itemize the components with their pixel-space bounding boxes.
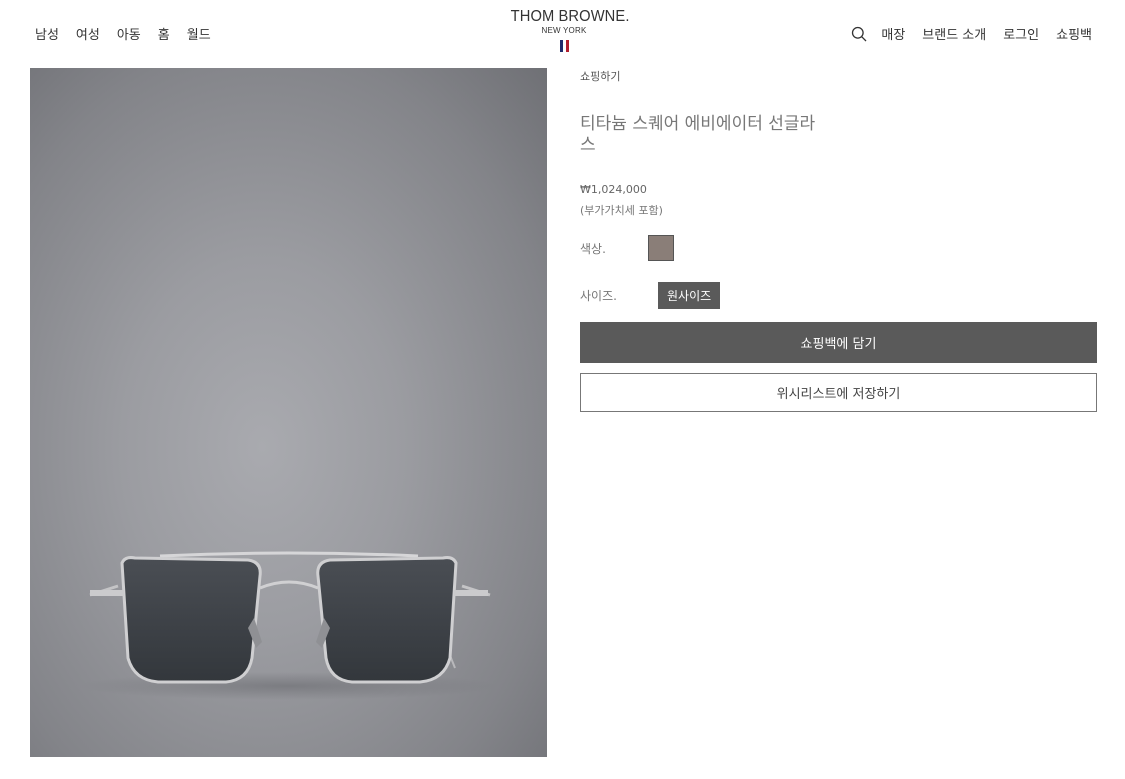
nav-world[interactable]: 월드 <box>187 24 211 43</box>
nav-shopping-bag[interactable]: 쇼핑백 <box>1056 24 1092 43</box>
tricolor-flag-icon <box>506 40 622 52</box>
add-to-bag-button[interactable]: 쇼핑백에 담기 <box>580 322 1097 363</box>
color-selector: 색상. <box>580 235 1096 261</box>
product-title: 티타늄 스퀘어 에비에이터 선글라스 <box>580 114 816 155</box>
product-price: ₩1,024,000 <box>580 183 647 196</box>
color-swatch[interactable] <box>648 235 674 261</box>
logo-subtext: NEW YORK <box>541 26 587 35</box>
nav-brand-intro[interactable]: 브랜드 소개 <box>922 24 986 43</box>
sunglasses-illustration <box>78 551 498 700</box>
main-nav: 남성 여성 아동 홈 월드 <box>35 24 228 43</box>
product-page: 남성 여성 아동 홈 월드 THOM BROWNE. NEW YORK 매장 브… <box>0 0 1125 779</box>
utility-nav: 매장 브랜드 소개 로그인 쇼핑백 <box>851 24 1092 43</box>
nav-home[interactable]: 홈 <box>158 24 170 43</box>
site-header: 남성 여성 아동 홈 월드 THOM BROWNE. NEW YORK 매장 브… <box>0 0 1125 64</box>
add-to-wishlist-button[interactable]: 위시리스트에 저장하기 <box>580 373 1097 412</box>
product-details: 쇼핑하기 티타늄 스퀘어 에비에이터 선글라스 ₩1,024,000 (부가가치… <box>580 68 1097 412</box>
nav-women[interactable]: 여성 <box>76 24 100 43</box>
size-selector: 사이즈. 원사이즈 <box>580 282 1096 309</box>
size-label: 사이즈. <box>580 289 617 303</box>
nav-men[interactable]: 남성 <box>35 24 59 43</box>
brand-logo[interactable]: THOM BROWNE. NEW YORK <box>506 8 630 52</box>
size-option-button[interactable]: 원사이즈 <box>658 282 721 309</box>
nav-kids[interactable]: 아동 <box>117 24 141 43</box>
nav-login[interactable]: 로그인 <box>1003 24 1039 43</box>
color-label: 색상. <box>580 241 606 256</box>
logo-text: THOM BROWNE. <box>510 8 630 25</box>
search-icon[interactable] <box>851 26 867 42</box>
nav-stores[interactable]: 매장 <box>881 24 905 43</box>
vat-note: (부가가치세 포함) <box>580 204 663 217</box>
product-image[interactable] <box>30 68 547 757</box>
breadcrumb[interactable]: 쇼핑하기 <box>580 68 1096 84</box>
